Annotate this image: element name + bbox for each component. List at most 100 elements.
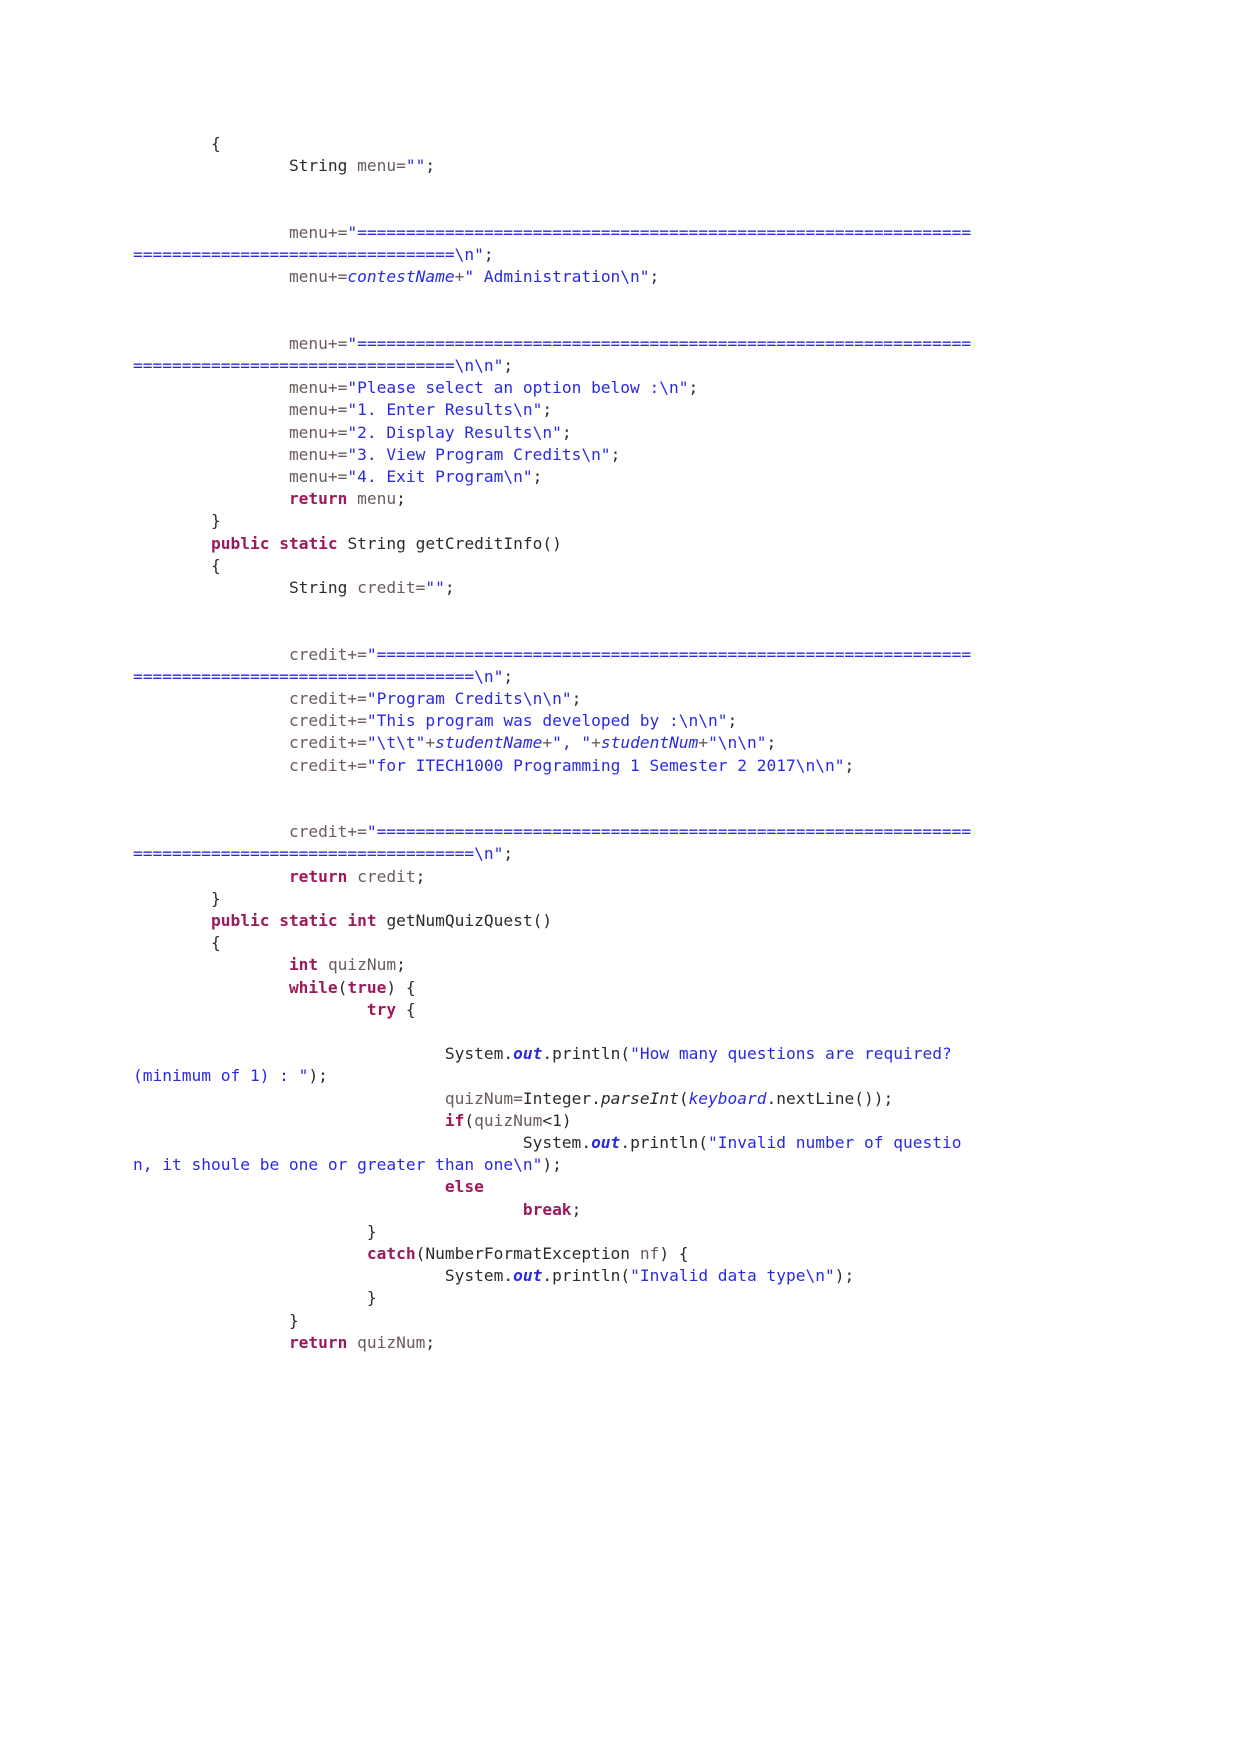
code-token: =	[415, 578, 426, 597]
code-line: credit+="===============================…	[133, 821, 978, 865]
code-token: menu	[288, 400, 328, 420]
code-line: {	[133, 932, 978, 954]
code-token: +=	[327, 222, 348, 242]
code-token: (	[620, 1266, 631, 1286]
code-token: String	[288, 578, 348, 597]
code-line: catch(NumberFormatException nf) {	[133, 1243, 978, 1265]
code-token: getNumQuizQuest	[386, 910, 533, 930]
code-token: +=	[327, 267, 348, 287]
code-line: while(true) {	[133, 977, 978, 999]
code-line: return credit;	[133, 866, 978, 888]
code-token: println	[552, 1266, 621, 1286]
code-token: public	[210, 533, 270, 553]
code-token: credit	[288, 711, 348, 731]
code-line: menu+="2. Display Results\n";	[133, 422, 978, 444]
code-line: System.out.println("How many questions a…	[133, 1043, 978, 1087]
code-line: return quizNum;	[133, 1332, 978, 1354]
code-token: ", "	[552, 733, 592, 753]
code-token: {	[210, 555, 221, 575]
code-token: +=	[347, 711, 367, 731]
code-line: quizNum=Integer.parseInt(keyboard.nextLi…	[133, 1088, 978, 1110]
code-token: ());	[854, 1088, 894, 1108]
code-token: +=	[327, 378, 348, 398]
code-line: menu+="3. View Program Credits\n";	[133, 444, 978, 466]
code-token: NumberFormatException	[425, 1244, 631, 1264]
code-token: ""	[425, 578, 445, 597]
code-token: (	[620, 1044, 631, 1064]
code-token: .	[542, 1044, 553, 1064]
code-token: credit	[288, 733, 348, 753]
code-token: try	[366, 999, 397, 1019]
code-token: ;	[503, 355, 514, 375]
code-token: +=	[347, 644, 367, 664]
code-token: String	[347, 533, 406, 553]
code-line: menu+=contestName+" Administration\n";	[133, 266, 978, 288]
code-line: credit+="This program was developed by :…	[133, 710, 978, 732]
code-line: int quizNum;	[133, 954, 978, 976]
code-token: }	[288, 1310, 299, 1330]
code-token: +	[591, 733, 601, 753]
code-token: (	[415, 1244, 426, 1264]
code-token: menu	[288, 222, 328, 242]
code-token: }	[366, 1288, 377, 1308]
code-token: menu	[357, 489, 397, 509]
code-token: +	[542, 733, 553, 753]
code-token: +	[698, 733, 709, 753]
code-line: menu+="Please select an option below :\n…	[133, 377, 978, 399]
code-token: credit	[288, 644, 348, 664]
code-token: while	[288, 977, 338, 997]
code-token: +=	[347, 822, 367, 842]
code-token: ;	[542, 400, 553, 420]
code-token: }	[210, 888, 221, 908]
code-line: menu+="=================================…	[133, 222, 978, 266]
code-line: menu+="4. Exit Program\n";	[133, 466, 978, 488]
code-token: "for ITECH1000 Programming 1 Semester 2 …	[366, 755, 845, 775]
code-token: ;	[610, 444, 621, 464]
code-token: int	[347, 910, 377, 930]
code-token: +=	[327, 422, 348, 442]
code-line: System.out.println("Invalid number of qu…	[133, 1132, 978, 1176]
code-token: "\n\n"	[708, 733, 767, 753]
code-token: =	[396, 156, 406, 176]
code-token: credit	[357, 578, 416, 597]
code-line: }	[133, 1310, 978, 1332]
code-token: }	[210, 511, 221, 531]
code-token: quizNum	[357, 1332, 426, 1352]
code-line: }	[133, 1221, 978, 1243]
code-token: ;	[844, 755, 855, 775]
code-token: catch	[366, 1244, 416, 1264]
code-token: .	[591, 1088, 601, 1108]
code-token: .	[620, 1133, 631, 1152]
code-token: out	[591, 1133, 621, 1152]
code-token: ;	[532, 466, 543, 486]
code-token: static	[279, 533, 338, 553]
code-token: String	[288, 156, 348, 176]
code-token: );	[834, 1266, 855, 1286]
code-token: System	[522, 1133, 582, 1152]
code-line: credit+="===============================…	[133, 644, 978, 688]
code-token: credit	[288, 822, 348, 842]
code-token: quizNum	[474, 1110, 543, 1130]
